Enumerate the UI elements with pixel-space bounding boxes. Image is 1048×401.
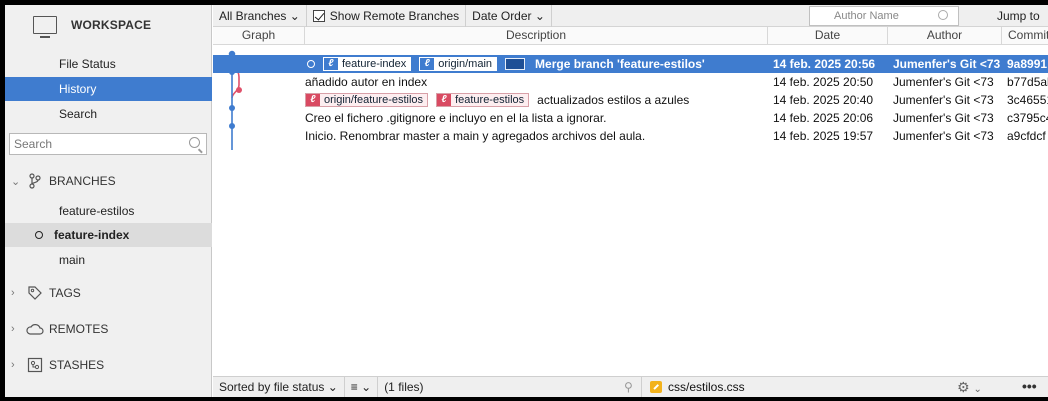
commit-date: 14 feb. 2025 19:57: [773, 129, 874, 143]
commit-author: Jumenfer's Git <73: [893, 75, 994, 89]
commit-message: Merge branch 'feature-estilos': [535, 57, 705, 71]
chevron-right-icon: ›: [11, 323, 15, 335]
workspace-label: WORKSPACE: [71, 18, 152, 32]
branch-badge: ℓ feature-index: [323, 57, 412, 71]
commit-author: Jumenfer's Git <73: [893, 57, 1001, 71]
branch-icon: ℓ: [437, 94, 452, 106]
branch-item[interactable]: feature-estilos: [5, 199, 212, 223]
search-icon: [938, 10, 948, 20]
branch-item[interactable]: main: [5, 248, 212, 272]
commit-hash: b77d5ab: [1007, 75, 1048, 89]
commit-row[interactable]: Inicio. Renombrar master a main y agrega…: [213, 127, 1048, 145]
branch-filter-dropdown[interactable]: All Branches ⌄: [213, 5, 307, 27]
chevron-down-icon: ⌄: [11, 175, 21, 188]
commit-date: 14 feb. 2025 20:56: [773, 57, 876, 71]
section-stashes[interactable]: › STASHES: [5, 352, 212, 378]
show-remote-checkbox[interactable]: Show Remote Branches: [307, 5, 467, 27]
search-icon[interactable]: ⚲: [624, 377, 633, 397]
remote-marker-icon: [505, 58, 526, 70]
column-header: Graph Description Date Author Commit: [213, 27, 1048, 45]
file-path: css/estilos.css: [668, 380, 745, 394]
gear-icon[interactable]: ⚙ ⌄: [957, 377, 982, 397]
sidebar-item-file-status[interactable]: File Status: [5, 52, 212, 76]
column-date[interactable]: Date: [768, 27, 888, 45]
commit-author: Jumenfer's Git <73: [893, 129, 994, 143]
branch-icon: ℓ: [420, 58, 435, 70]
commit-message: Inicio. Renombrar master a main y agrega…: [305, 129, 646, 143]
branch-icon: ℓ: [324, 58, 338, 70]
view-mode-dropdown[interactable]: ≡ ⌄: [345, 376, 379, 397]
file-entry[interactable]: css/estilos.css: [641, 377, 941, 397]
section-branches[interactable]: ⌄ BRANCHES: [5, 168, 212, 194]
commit-message: añadido autor en index: [305, 75, 428, 89]
chevron-right-icon: ›: [11, 287, 15, 299]
branch-badge: ℓ feature-estilos: [436, 93, 530, 107]
commit-author: Jumenfer's Git <73: [893, 111, 994, 125]
commit-message: actualizados estilos a azules: [537, 93, 690, 107]
sidebar: WORKSPACE File Status History Search Sea…: [5, 5, 212, 397]
commit-author: Jumenfer's Git <73: [893, 93, 994, 107]
author-filter-input[interactable]: Author Name: [809, 6, 959, 26]
sidebar-search-placeholder: Search: [14, 137, 53, 151]
section-tags[interactable]: › TAGS: [5, 280, 212, 306]
branch-badge: ℓ origin/main: [419, 57, 498, 71]
section-tags-label: TAGS: [49, 286, 81, 300]
head-indicator-icon: [307, 60, 315, 68]
order-dropdown[interactable]: Date Order ⌄: [466, 5, 552, 27]
branch-item-current[interactable]: feature-index: [5, 223, 212, 247]
commit-hash: a9cfdcf: [1007, 129, 1046, 143]
sort-dropdown[interactable]: Sorted by file status ⌄: [213, 376, 345, 397]
branch-item-label: feature-index: [54, 228, 130, 242]
section-branches-label: BRANCHES: [49, 174, 116, 188]
branch-icon: [25, 172, 45, 190]
modified-file-icon: [650, 381, 662, 393]
commit-date: 14 feb. 2025 20:40: [773, 93, 874, 107]
chevron-right-icon: ›: [11, 359, 15, 371]
commit-message: Creo el fichero .gitignore e incluyo en …: [305, 111, 607, 125]
commit-row[interactable]: añadido autor en index 14 feb. 2025 20:5…: [213, 73, 1048, 91]
section-remotes[interactable]: › REMOTES: [5, 316, 212, 342]
column-author[interactable]: Author: [888, 27, 1002, 45]
sidebar-item-search[interactable]: Search: [5, 102, 212, 126]
workspace-header[interactable]: WORKSPACE: [5, 5, 212, 45]
commit-hash: 9a8991: [1007, 57, 1048, 71]
branch-icon: ℓ: [306, 94, 320, 106]
commit-row[interactable]: Creo el fichero .gitignore e incluyo en …: [213, 109, 1048, 127]
checkbox-checked-icon: [312, 9, 325, 22]
app-window: WORKSPACE File Status History Search Sea…: [5, 5, 1048, 397]
monitor-icon: [33, 16, 57, 38]
tag-icon: [25, 284, 45, 302]
section-remotes-label: REMOTES: [49, 322, 109, 336]
commit-date: 14 feb. 2025 20:06: [773, 111, 874, 125]
commit-row[interactable]: ℓ feature-index ℓ origin/main Merge branch…: [213, 55, 1048, 73]
column-description[interactable]: Description: [305, 27, 768, 45]
file-bottom-bar: Sorted by file status ⌄ ≡ ⌄ (1 files) ⚲ …: [213, 376, 1048, 397]
history-panel: All Branches ⌄ Show Remote Branches Date…: [213, 5, 1048, 397]
sidebar-search-input[interactable]: Search: [9, 133, 207, 155]
commit-row[interactable]: ℓ origin/feature-estilos ℓ feature-estilos…: [213, 91, 1048, 109]
section-stashes-label: STASHES: [49, 358, 105, 372]
commit-hash: c3795c4: [1007, 111, 1048, 125]
current-branch-icon: [35, 231, 43, 239]
jump-to-button[interactable]: Jump to: [997, 5, 1040, 27]
sidebar-item-history[interactable]: History: [5, 77, 212, 101]
search-icon: [189, 137, 200, 148]
branch-badge: ℓ origin/feature-estilos: [305, 93, 429, 107]
column-graph[interactable]: Graph: [213, 27, 305, 45]
column-commit[interactable]: Commit: [1002, 27, 1048, 45]
file-count: (1 files): [384, 379, 424, 394]
cloud-icon: [25, 320, 45, 338]
stash-icon: [25, 356, 45, 374]
commit-date: 14 feb. 2025 20:50: [773, 75, 874, 89]
commit-hash: 3c46551: [1007, 93, 1048, 107]
more-options-icon[interactable]: •••: [1022, 377, 1037, 397]
list-icon: ≡: [350, 379, 358, 394]
